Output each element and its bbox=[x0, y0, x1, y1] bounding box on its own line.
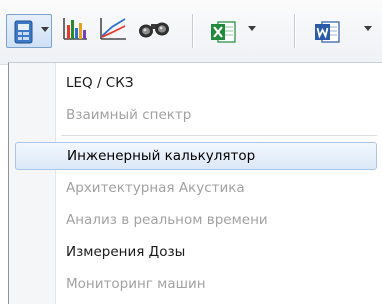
menu-item-realtime-analysis: Анализ в реальном времени bbox=[66, 212, 268, 228]
chevron-down-icon[interactable] bbox=[248, 26, 256, 31]
excel-export-button[interactable] bbox=[202, 14, 262, 48]
document-app-button[interactable] bbox=[6, 14, 52, 48]
document-app-icon bbox=[13, 20, 35, 48]
curve-chart-button[interactable] bbox=[96, 14, 130, 48]
menu-item-leq-rms[interactable]: LEQ / СКЗ bbox=[15, 69, 377, 97]
chevron-down-icon[interactable] bbox=[364, 26, 372, 31]
menu-item-engineering-calculator[interactable]: Инженерный калькулятор bbox=[15, 142, 377, 170]
toolbar-separator bbox=[192, 14, 193, 48]
word-export-button[interactable] bbox=[306, 14, 378, 48]
menu-item-cross-spectrum: Взаимный спектр bbox=[66, 107, 192, 123]
bar-chart-button[interactable] bbox=[58, 14, 92, 48]
excel-icon bbox=[210, 20, 236, 48]
bar-chart-icon bbox=[61, 16, 89, 46]
toolbar bbox=[0, 0, 382, 65]
binoculars-icon bbox=[137, 18, 171, 44]
toolbar-separator bbox=[294, 14, 295, 48]
menu-separator bbox=[61, 135, 377, 137]
chevron-down-icon[interactable] bbox=[41, 27, 49, 32]
menu-item-dose-measurement[interactable]: Измерения Дозы bbox=[15, 238, 377, 266]
word-icon bbox=[314, 20, 340, 48]
binoculars-button[interactable] bbox=[134, 14, 174, 48]
curve-chart-icon bbox=[98, 16, 128, 46]
application-window: LEQ / СКЗ Взаимный спектр Инженерный кал… bbox=[0, 0, 382, 304]
menu-item-architectural-acoustics: Архитектурная Акустика bbox=[66, 180, 245, 196]
menu-item-machine-monitoring: Мониторинг машин bbox=[66, 276, 206, 292]
tools-dropdown-menu: LEQ / СКЗ Взаимный спектр Инженерный кал… bbox=[8, 62, 382, 304]
